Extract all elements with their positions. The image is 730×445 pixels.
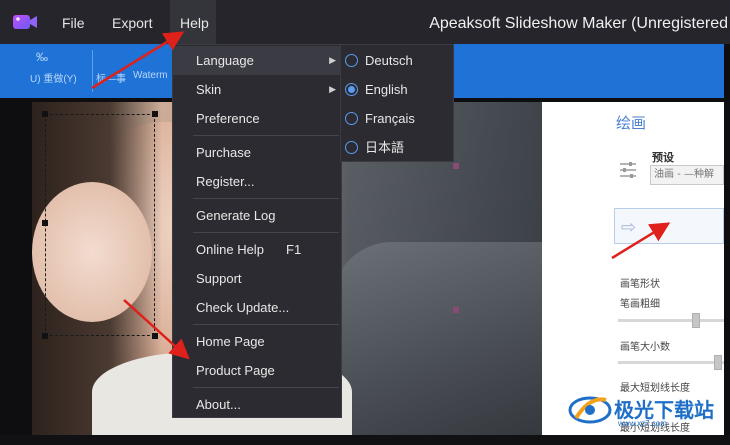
radio-button-icon[interactable] [345,141,358,154]
menu-item-register[interactable]: Register... [173,167,341,196]
toolbar-divider [92,50,93,92]
app-logo-icon [13,15,37,29]
brush-shape-selector[interactable]: ⇨ [614,208,724,244]
menu-separator [193,135,339,136]
selection-box[interactable] [45,114,155,336]
paint-panel-title: 绘画 [616,114,647,132]
brush-shape-label: 画笔形状 [620,279,660,290]
language-option-japanese[interactable]: 日本語 [341,133,453,162]
watermark-url: www.xz7.com [618,419,667,428]
resize-handle-br[interactable] [152,333,158,339]
menu-file[interactable]: File [52,0,95,44]
menu-item-label: Product Page [196,363,275,378]
menu-item-skin[interactable]: Skin ▶ [173,75,341,104]
language-label: Deutsch [365,53,413,68]
photo-sofa [332,242,542,435]
canvas-marker[interactable] [453,163,459,169]
language-submenu: Deutsch English Français 日本語 [340,44,454,162]
brush-size-slider[interactable] [618,355,724,370]
slider-thumb[interactable] [714,355,722,370]
toolbar-mark: ‰ [36,50,48,64]
menu-item-language[interactable]: Language ▶ [173,46,341,75]
toolbar-undo-redo[interactable]: U) 重做(Y) [30,70,77,85]
radio-button-icon[interactable] [345,83,358,96]
resize-handle-tr[interactable] [152,111,158,117]
menu-item-support[interactable]: Support [173,264,341,293]
language-label: 日本語 [365,140,405,155]
radio-button-icon[interactable] [345,54,358,67]
menu-help[interactable]: Help [170,0,216,44]
menu-item-label: Purchase [196,145,251,160]
menu-item-online-help[interactable]: Online Help F1 [173,235,341,264]
bottom-strip [0,435,730,445]
screen: File Export Help Apeaksoft Slideshow Mak… [0,0,730,445]
menu-item-label: About... [196,397,241,412]
menu-item-shortcut: F1 [286,242,302,257]
menu-item-preference[interactable]: Preference [173,104,341,133]
preset-select[interactable]: 油画 - —种解 [650,165,724,185]
chevron-right-icon: ▶ [329,55,336,65]
menu-separator [193,387,339,388]
help-menu: Language ▶ Skin ▶ Preference Purchase Re… [172,44,342,418]
language-option-english[interactable]: English [341,75,453,104]
menu-item-label: Check Update... [196,300,290,315]
language-option-francais[interactable]: Français [341,104,453,133]
menu-separator [193,324,339,325]
language-label: Français [365,111,415,126]
chevron-right-icon: ▶ [329,84,336,94]
window-title: Apeaksoft Slideshow Maker (Unregistered [429,15,728,32]
arrow-right-icon: ⇨ [621,217,637,237]
menu-item-label: Preference [196,111,260,126]
preset-label: 预设 [652,151,674,164]
right-border [724,44,730,445]
menu-item-check-update[interactable]: Check Update... [173,293,341,322]
menu-item-about[interactable]: About... [173,390,341,419]
brush-size-label: 画笔大小数 [620,342,670,353]
resize-handle-ml[interactable] [42,220,48,226]
radio-button-icon[interactable] [345,112,358,125]
brush-thickness-label: 笔画粗细 [620,299,660,310]
language-label: English [365,82,408,97]
toolbar-watermark[interactable]: Waterm [133,70,168,81]
menu-separator [193,198,339,199]
menu-item-label: Support [196,271,242,286]
menu-item-label: Generate Log [196,208,276,223]
slider-thumb[interactable] [692,313,700,328]
menu-item-product-page[interactable]: Product Page [173,356,341,385]
paint-panel: 绘画 预设 油画 - —种解 ⇨ 画笔形状 笔画粗细 画笔大小数 最大短划线长度… [542,102,724,435]
watermark-logo-icon [568,396,612,424]
toolbar-mid-label[interactable]: 标—事 [96,70,126,85]
canvas-marker[interactable] [453,307,459,313]
site-watermark: 极光下载站 www.xz7.com [566,390,730,430]
menu-item-label: Skin [196,82,222,97]
menu-item-label: Online Help [196,242,264,257]
resize-handle-tl[interactable] [42,111,48,117]
menu-item-generate-log[interactable]: Generate Log [173,201,341,230]
menu-item-label: Register... [196,174,255,189]
menu-bar: File Export Help Apeaksoft Slideshow Mak… [0,0,730,44]
menu-export[interactable]: Export [102,0,162,44]
resize-handle-bl[interactable] [42,333,48,339]
menu-separator [193,232,339,233]
sliders-icon [620,162,636,178]
left-border [0,44,32,445]
menu-item-home-page[interactable]: Home Page [173,327,341,356]
menu-item-label: Language [196,53,254,68]
language-option-deutsch[interactable]: Deutsch [341,46,453,75]
menu-item-purchase[interactable]: Purchase [173,138,341,167]
brush-thickness-slider[interactable] [618,313,724,328]
menu-item-label: Home Page [196,334,265,349]
